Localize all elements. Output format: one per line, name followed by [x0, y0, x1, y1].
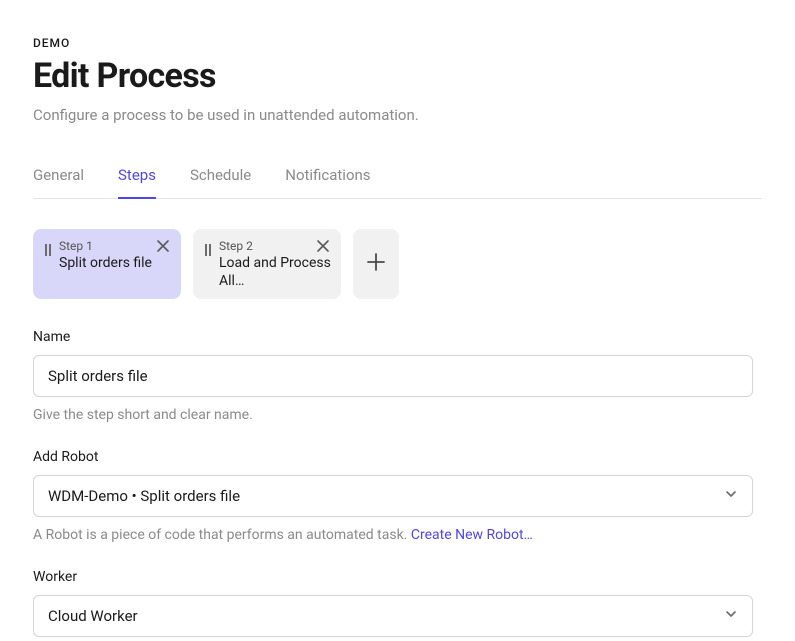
tab-notifications[interactable]: Notifications — [285, 166, 370, 198]
robot-help-text: A Robot is a piece of code that performs… — [33, 527, 411, 543]
robot-select-value: WDM-Demo • Split orders file — [48, 487, 240, 505]
step-cards-row: Step 1 Split orders file Step 2 Load and… — [33, 229, 762, 299]
step-card-1[interactable]: Step 1 Split orders file — [33, 229, 181, 299]
step-card-2[interactable]: Step 2 Load and Process All… — [193, 229, 341, 299]
remove-step-button[interactable] — [317, 237, 333, 253]
plus-icon — [367, 253, 385, 275]
robot-label: Add Robot — [33, 449, 762, 465]
page-subtitle: Configure a process to be used in unatte… — [33, 106, 762, 124]
worker-label: Worker — [33, 569, 762, 585]
create-robot-link[interactable]: Create New Robot… — [411, 527, 533, 543]
name-help: Give the step short and clear name. — [33, 407, 762, 423]
page-title: Edit Process — [33, 56, 762, 96]
close-icon — [317, 237, 329, 256]
chevron-down-icon — [724, 607, 738, 625]
worker-select-value: Cloud Worker — [48, 607, 138, 625]
remove-step-button[interactable] — [157, 237, 173, 253]
worker-field: Worker Cloud Worker — [33, 569, 762, 637]
name-input[interactable] — [33, 355, 753, 397]
tab-bar: General Steps Schedule Notifications — [33, 166, 762, 199]
step-card-name: Split orders file — [59, 255, 171, 273]
robot-help: A Robot is a piece of code that performs… — [33, 527, 762, 543]
breadcrumb: DEMO — [33, 36, 762, 50]
robot-select[interactable]: WDM-Demo • Split orders file — [33, 475, 753, 517]
drag-handle-icon[interactable] — [45, 239, 53, 289]
name-label: Name — [33, 329, 762, 345]
tab-general[interactable]: General — [33, 166, 84, 198]
close-icon — [157, 237, 169, 256]
drag-handle-icon[interactable] — [205, 239, 213, 289]
name-field: Name Give the step short and clear name. — [33, 329, 762, 423]
step-card-label: Step 2 — [219, 239, 331, 253]
step-card-name: Load and Process All… — [219, 255, 331, 290]
add-step-button[interactable] — [353, 229, 399, 299]
tab-schedule[interactable]: Schedule — [190, 166, 251, 198]
robot-field: Add Robot WDM-Demo • Split orders file A… — [33, 449, 762, 543]
tab-steps[interactable]: Steps — [118, 166, 156, 198]
chevron-down-icon — [724, 487, 738, 505]
step-card-label: Step 1 — [59, 239, 171, 253]
worker-select[interactable]: Cloud Worker — [33, 595, 753, 637]
